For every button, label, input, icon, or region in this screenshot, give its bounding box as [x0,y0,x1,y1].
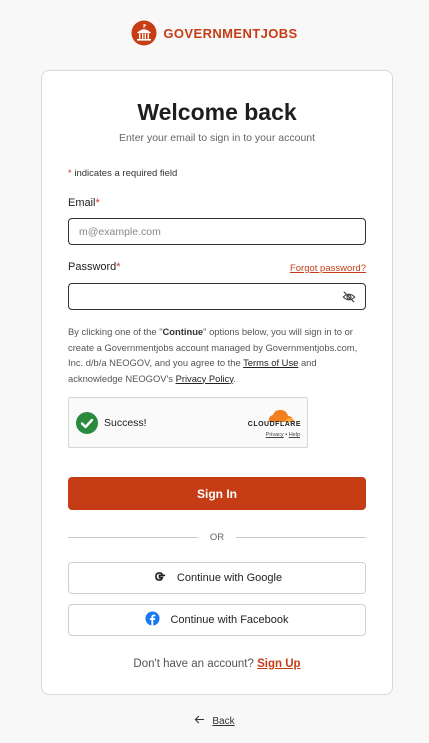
page-subtitle: Enter your email to sign in to your acco… [118,132,316,144]
facebook-button-label: Continue with Facebook [170,614,289,626]
password-label: Password* [68,261,121,273]
sign-up-link[interactable]: Sign Up [257,658,300,670]
email-field[interactable] [68,218,366,245]
brand-name-part1: GOVERNMENT [163,25,261,41]
no-account-text: Don't have an account? [133,658,254,670]
email-label: Email* [68,197,100,209]
or-text: OR [209,531,225,543]
consent-part4: . [233,372,236,384]
continue-with-facebook-button[interactable]: Continue with Facebook [68,604,366,636]
required-marker: * [68,168,72,179]
capitol-logo-icon [131,20,157,46]
required-field-note: * indicates a required field [68,168,177,179]
privacy-policy-link[interactable]: Privacy Policy [176,373,234,384]
captcha-link-separator: • [285,432,288,438]
back-link[interactable]: Back [0,714,429,728]
forgot-password-link[interactable]: Forgot password? [290,263,366,274]
captcha-privacy-link[interactable]: Privacy [266,432,284,438]
password-field[interactable] [68,283,366,310]
login-card: Welcome back Enter your email to sign in… [41,70,393,695]
brand-name: GOVERNMENTJOBS [163,26,297,41]
signup-prompt: Don't have an account? Sign Up [42,658,392,670]
email-label-text: Email [68,197,96,209]
consent-text: By clicking one of the "Continue" option… [68,324,368,386]
eye-off-icon[interactable] [342,290,356,304]
captcha-links: Privacy • Help [266,432,300,438]
facebook-icon [145,611,161,629]
password-label-text: Password [68,261,117,273]
captcha-status: Success! [104,417,147,429]
brand-logo[interactable]: GOVERNMENTJOBS [0,20,429,46]
email-required-marker: * [95,197,100,209]
sign-in-button[interactable]: Sign In [68,477,366,510]
back-label: Back [212,715,235,727]
captcha-widget[interactable]: Success! CLOUDFLARE Privacy • Help [68,397,308,448]
divider-line-right [236,536,366,538]
divider-line-left [68,536,198,538]
consent-part1: By clicking one of the " [68,326,163,337]
terms-of-use-link[interactable]: Terms of Use [243,357,298,368]
captcha-help-link[interactable]: Help [289,432,300,438]
check-circle-icon [76,412,98,434]
required-note-text: indicates a required field [74,168,178,179]
brand-name-part2: JOBS [260,25,298,41]
arrow-left-icon [194,714,205,728]
password-required-marker: * [116,261,121,273]
or-divider: OR [68,530,366,544]
continue-with-google-button[interactable]: Continue with Google [68,562,366,594]
captcha-provider: CLOUDFLARE [247,421,301,428]
page-title: Welcome back [137,99,297,125]
google-button-label: Continue with Google [176,572,283,584]
consent-continue-word: Continue [162,326,204,337]
google-icon [152,569,167,587]
